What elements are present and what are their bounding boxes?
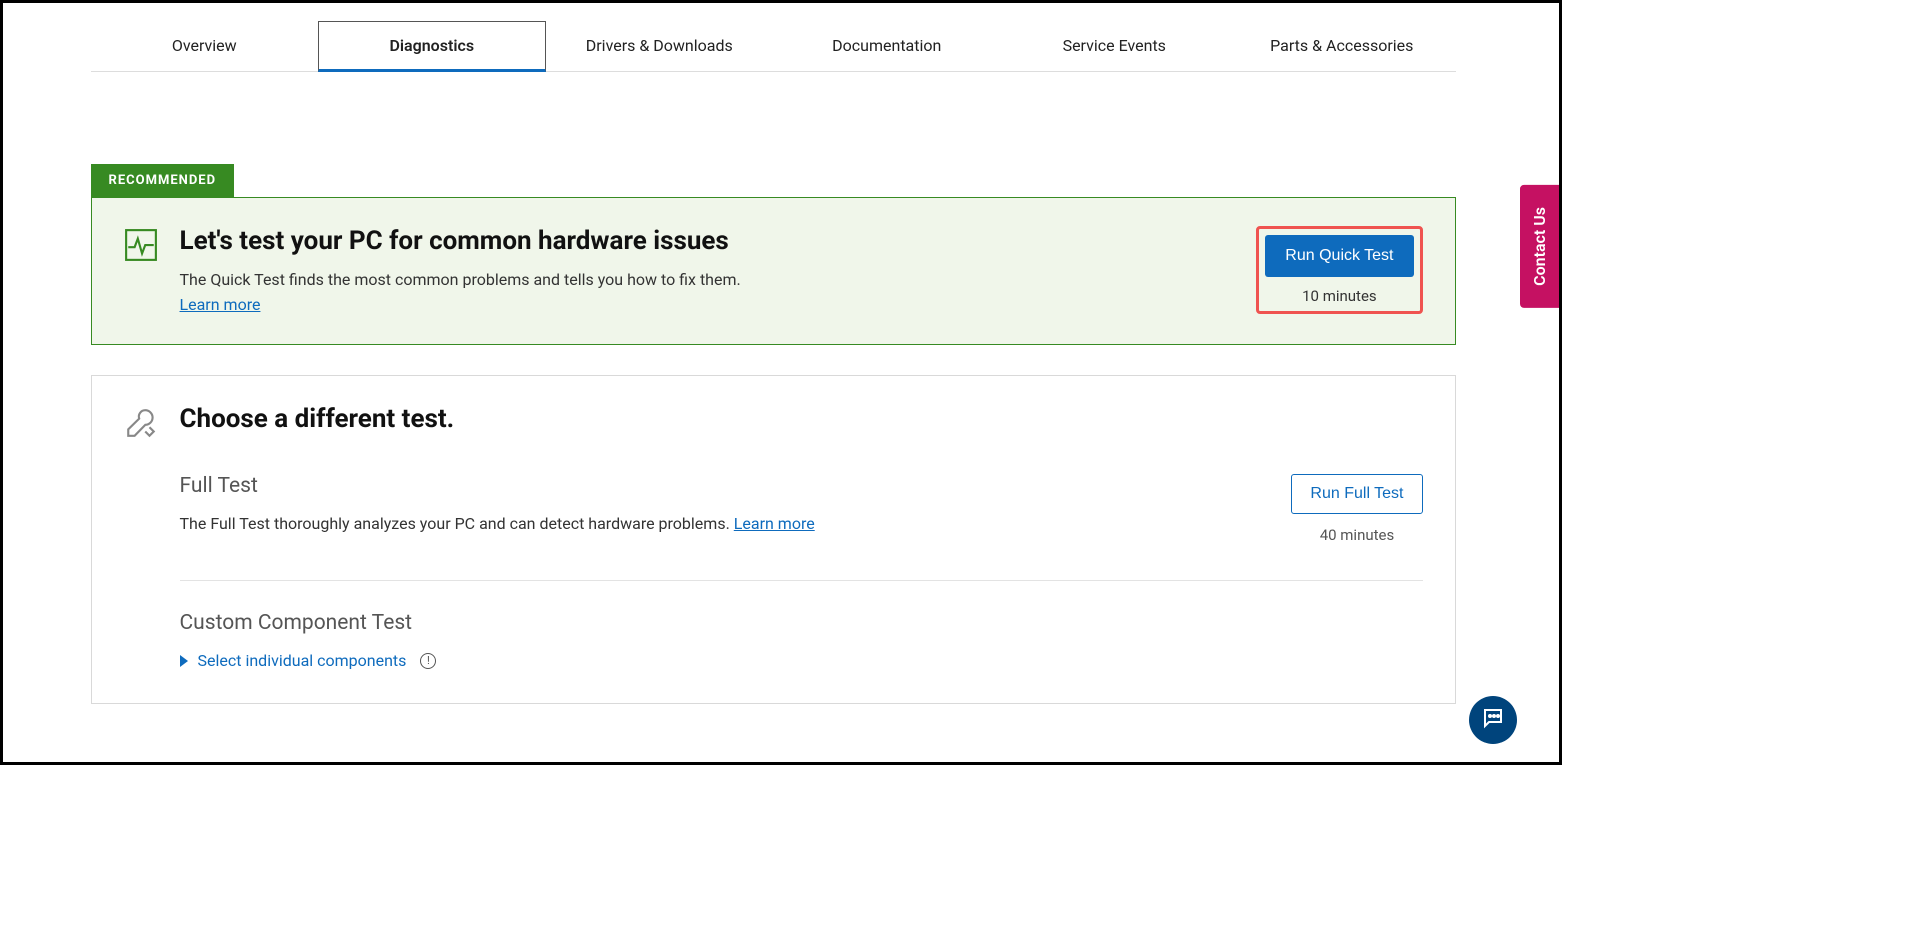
tab-documentation[interactable]: Documentation — [773, 21, 1001, 71]
full-test-name: Full Test — [180, 474, 1268, 498]
heartbeat-icon — [124, 228, 158, 262]
tab-diagnostics[interactable]: Diagnostics — [318, 21, 546, 72]
contact-us-tab[interactable]: Contact Us — [1520, 185, 1559, 308]
caret-right-icon — [180, 655, 188, 667]
select-components-toggle[interactable]: Select individual components ! — [180, 651, 437, 670]
custom-test-name: Custom Component Test — [180, 611, 1423, 635]
select-components-label: Select individual components — [198, 651, 407, 670]
tab-overview[interactable]: Overview — [91, 21, 319, 71]
recommended-badge: RECOMMENDED — [91, 164, 235, 197]
chat-icon — [1481, 706, 1505, 734]
page-frame: Overview Diagnostics Drivers & Downloads… — [0, 0, 1562, 765]
quick-test-duration: 10 minutes — [1265, 287, 1413, 305]
custom-test-block: Custom Component Test Select individual … — [180, 611, 1423, 679]
scroll-area[interactable]: Overview Diagnostics Drivers & Downloads… — [3, 3, 1543, 762]
run-quick-test-highlight: Run Quick Test 10 minutes — [1256, 226, 1422, 314]
run-full-test-button[interactable]: Run Full Test — [1291, 474, 1422, 514]
chat-button[interactable] — [1469, 696, 1517, 744]
info-icon[interactable]: ! — [420, 653, 436, 669]
recommended-section: RECOMMENDED Let's test your PC for commo… — [91, 164, 1456, 345]
alternate-tests-title: Choose a different test. — [180, 404, 455, 434]
full-test-learn-more-link[interactable]: Learn more — [734, 514, 815, 533]
tab-parts[interactable]: Parts & Accessories — [1228, 21, 1456, 71]
run-quick-test-button[interactable]: Run Quick Test — [1265, 235, 1413, 277]
recommended-learn-more-link[interactable]: Learn more — [180, 295, 261, 314]
recommended-card: Let's test your PC for common hardware i… — [91, 197, 1456, 345]
tab-drivers[interactable]: Drivers & Downloads — [546, 21, 774, 71]
recommended-description: The Quick Test finds the most common pro… — [180, 270, 741, 289]
tab-bar: Overview Diagnostics Drivers & Downloads… — [91, 3, 1456, 72]
tools-icon — [124, 406, 158, 440]
recommended-title: Let's test your PC for common hardware i… — [180, 226, 741, 256]
full-test-duration: 40 minutes — [1291, 526, 1422, 544]
full-test-block: Full Test The Full Test thoroughly analy… — [180, 474, 1423, 581]
full-test-description: The Full Test thoroughly analyzes your P… — [180, 514, 1268, 533]
tab-service-events[interactable]: Service Events — [1001, 21, 1229, 71]
alternate-tests-card: Choose a different test. Full Test The F… — [91, 375, 1456, 704]
